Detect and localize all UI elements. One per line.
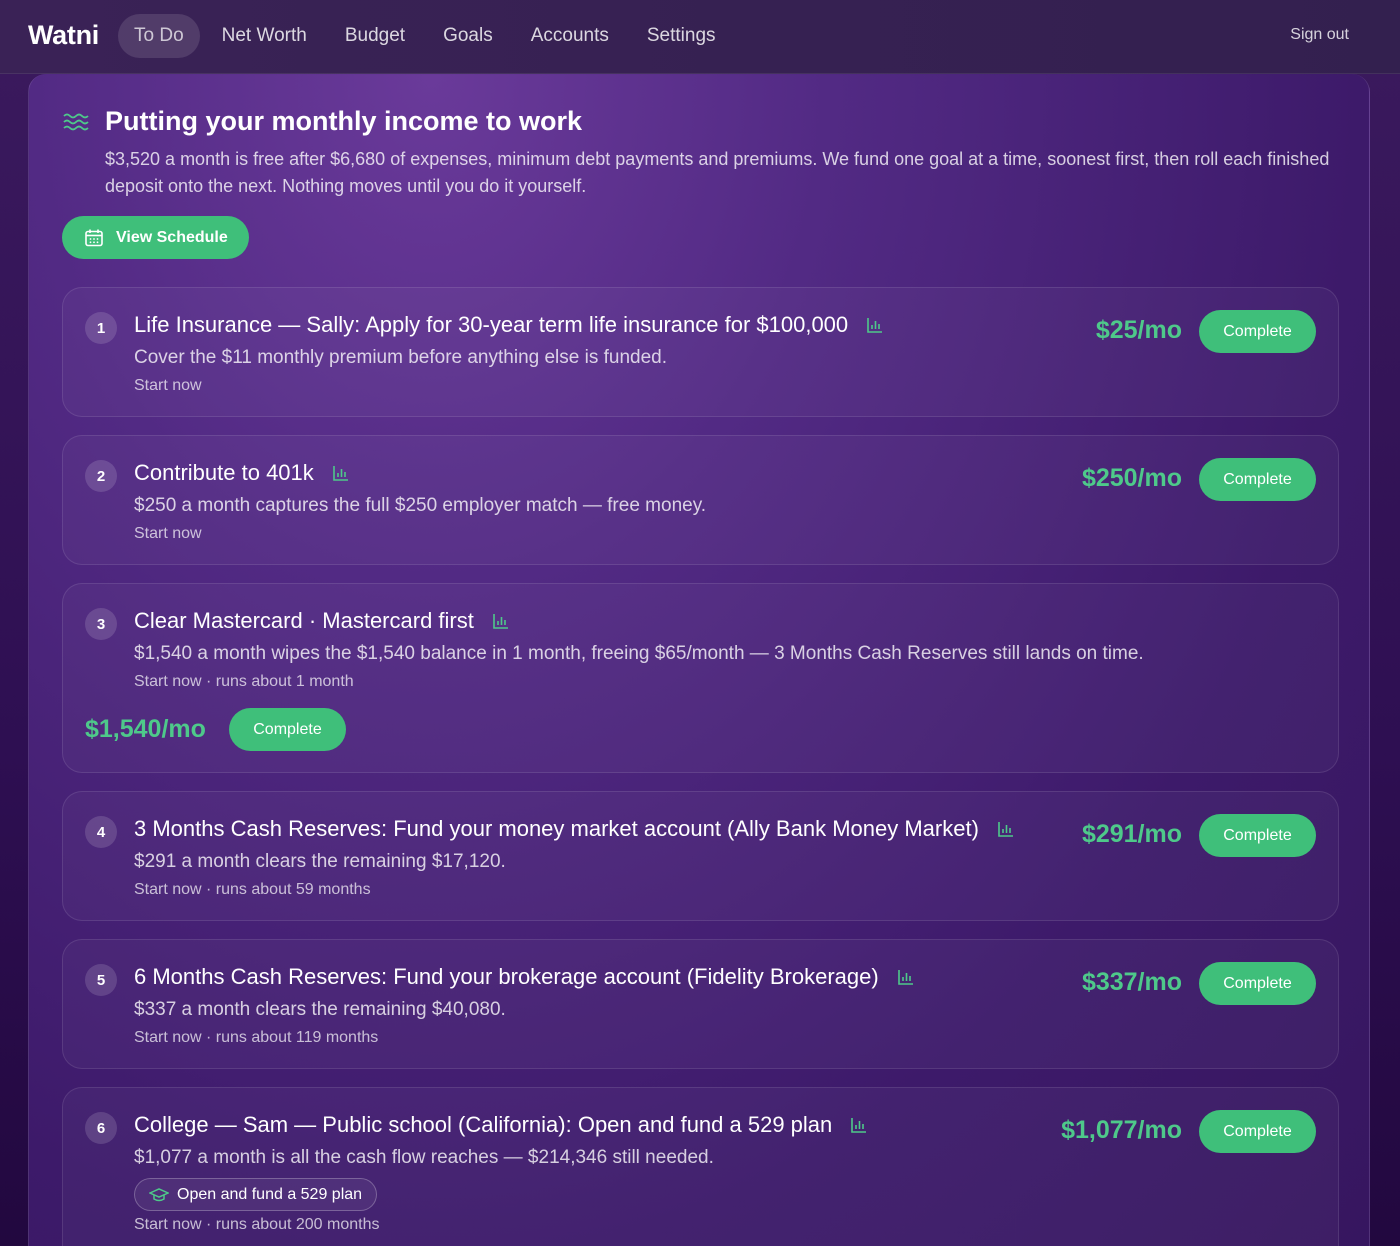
task-title: 6 Months Cash Reserves: Fund your broker…	[134, 964, 915, 990]
task-card: 2 Contribute to 401k $250 a month captur…	[62, 435, 1339, 565]
task-card: 4 3 Months Cash Reserves: Fund your mone…	[62, 791, 1339, 921]
complete-button[interactable]: Complete	[1199, 814, 1316, 857]
nav-net-worth[interactable]: Net Worth	[206, 14, 323, 58]
open-529-plan-chip[interactable]: Open and fund a 529 plan	[134, 1178, 378, 1211]
calendar-icon	[85, 229, 103, 246]
task-title: College — Sam — Public school (Californi…	[134, 1112, 868, 1138]
task-number: 1	[85, 312, 117, 344]
bar-chart-icon[interactable]	[850, 1116, 868, 1134]
task-meta: Start now	[134, 377, 202, 394]
task-title: Contribute to 401k	[134, 460, 350, 486]
top-nav: Watni To Do Net Worth Budget Goals Accou…	[0, 0, 1400, 74]
task-title-text: Life Insurance — Sally: Apply for 30-yea…	[134, 312, 849, 337]
task-title-text: 3 Months Cash Reserves: Fund your money …	[134, 816, 979, 841]
page-title: Putting your monthly income to work	[105, 106, 583, 136]
page-description: $3,520 a month is free after $6,680 of e…	[105, 149, 1330, 196]
task-meta: Start now · runs about 59 months	[134, 881, 371, 898]
task-title: 3 Months Cash Reserves: Fund your money …	[134, 816, 1015, 842]
sign-out-link[interactable]: Sign out	[1290, 26, 1349, 44]
complete-button[interactable]: Complete	[1199, 458, 1316, 501]
task-description: $1,077 a month is all the cash flow reac…	[134, 1147, 714, 1168]
nav-budget[interactable]: Budget	[329, 14, 421, 58]
task-number: 5	[85, 964, 117, 996]
task-description: $337 a month clears the remaining $40,08…	[134, 999, 506, 1020]
task-meta: Start now · runs about 1 month	[134, 673, 354, 690]
open-529-plan-label: Open and fund a 529 plan	[177, 1185, 363, 1203]
task-amount: $337/mo	[1081, 968, 1182, 996]
bar-chart-icon[interactable]	[492, 612, 510, 630]
bar-chart-icon[interactable]	[332, 464, 350, 482]
task-amount: $250/mo	[1081, 464, 1182, 492]
task-title-text: Contribute to 401k	[134, 460, 314, 485]
main-panel: Putting your monthly income to work $3,5…	[28, 74, 1370, 1246]
complete-button[interactable]: Complete	[1199, 1110, 1316, 1153]
task-card: 5 6 Months Cash Reserves: Fund your brok…	[62, 939, 1339, 1069]
task-card: 3 Clear Mastercard · Mastercard first $1…	[62, 583, 1339, 773]
bar-chart-icon[interactable]	[997, 820, 1015, 838]
bar-chart-icon[interactable]	[866, 316, 884, 334]
task-title-text: Clear Mastercard · Mastercard first	[134, 608, 474, 633]
task-number: 2	[85, 460, 117, 492]
nav-todo[interactable]: To Do	[118, 14, 200, 58]
task-title: Life Insurance — Sally: Apply for 30-yea…	[134, 312, 884, 338]
nav-settings[interactable]: Settings	[631, 14, 732, 58]
nav-links: To Do Net Worth Budget Goals Accounts Se…	[118, 14, 738, 58]
task-title-text: 6 Months Cash Reserves: Fund your broker…	[134, 964, 879, 989]
task-number: 6	[85, 1112, 117, 1144]
task-meta: Start now	[134, 525, 202, 542]
view-schedule-label: View Schedule	[116, 228, 228, 246]
task-description: Cover the $11 monthly premium before any…	[134, 347, 668, 368]
task-amount: $1,077/mo	[1061, 1116, 1182, 1144]
task-meta: Start now · runs about 200 months	[134, 1216, 380, 1233]
task-description: $291 a month clears the remaining $17,12…	[134, 851, 506, 872]
task-meta: Start now · runs about 119 months	[134, 1029, 379, 1046]
waves-icon	[63, 113, 89, 131]
complete-button[interactable]: Complete	[1199, 310, 1316, 353]
task-title-text: College — Sam — Public school (Californi…	[134, 1112, 833, 1137]
task-description: $250 a month captures the full $250 empl…	[134, 495, 707, 516]
graduation-cap-icon	[149, 1187, 169, 1201]
task-number: 4	[85, 816, 117, 848]
nav-goals[interactable]: Goals	[427, 14, 509, 58]
brand-logo[interactable]: Watni	[28, 20, 99, 51]
task-amount: $1,540/mo	[85, 715, 206, 743]
task-title: Clear Mastercard · Mastercard first	[134, 608, 510, 634]
task-description: $1,540 a month wipes the $1,540 balance …	[134, 643, 1144, 664]
task-amount: $291/mo	[1081, 820, 1182, 848]
view-schedule-button[interactable]: View Schedule	[62, 216, 249, 259]
bar-chart-icon[interactable]	[897, 968, 915, 986]
task-card: 6 College — Sam — Public school (Califor…	[62, 1087, 1339, 1246]
task-number: 3	[85, 608, 117, 640]
task-card: 1 Life Insurance — Sally: Apply for 30-y…	[62, 287, 1339, 417]
complete-button[interactable]: Complete	[1199, 962, 1316, 1005]
complete-button[interactable]: Complete	[229, 708, 346, 751]
task-amount: $25/mo	[1095, 316, 1182, 344]
nav-accounts[interactable]: Accounts	[515, 14, 625, 58]
